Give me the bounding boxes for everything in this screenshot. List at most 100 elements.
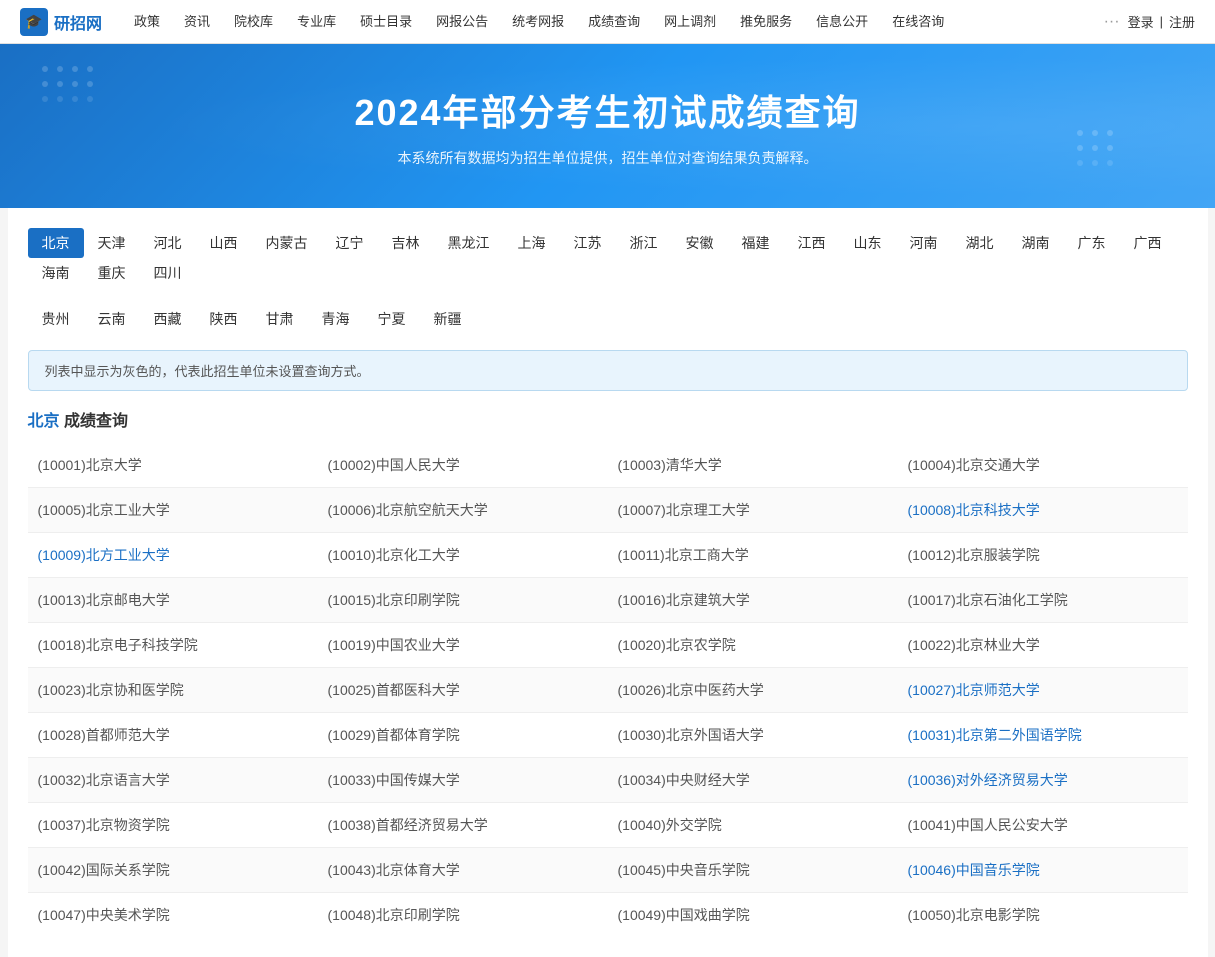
nav-link-tuimianfuwu[interactable]: 推免服务 [728, 0, 804, 44]
university-link-10031[interactable]: (10031)北京第二外国语学院 [908, 727, 1082, 743]
table-cell: (10017)北京石油化工学院 [898, 578, 1188, 623]
main-content: 北京天津河北山西内蒙古辽宁吉林黑龙江上海江苏浙江安徽福建江西山东河南湖北湖南广东… [8, 208, 1208, 957]
region-tab-hebei[interactable]: 河北 [140, 228, 196, 258]
region-tab-tianjin[interactable]: 天津 [84, 228, 140, 258]
nav-link-wangshangdiaoji[interactable]: 网上调剂 [652, 0, 728, 44]
region-tab-guizhou[interactable]: 贵州 [28, 304, 84, 334]
university-link-10009[interactable]: (10009)北方工业大学 [38, 547, 170, 563]
table-cell: (10005)北京工业大学 [28, 488, 318, 533]
university-link-10036[interactable]: (10036)对外经济贸易大学 [908, 772, 1068, 788]
region-tab-yunnan[interactable]: 云南 [84, 304, 140, 334]
region-tabs-row2: 贵州云南西藏陕西甘肃青海宁夏新疆 [28, 304, 1188, 334]
table-cell: (10041)中国人民公安大学 [898, 803, 1188, 848]
hero-subtitle: 本系统所有数据均为招生单位提供，招生单位对查询结果负责解释。 [398, 148, 818, 168]
table-cell[interactable]: (10031)北京第二外国语学院 [898, 713, 1188, 758]
hero-title: 2024年部分考生初试成绩查询 [354, 84, 860, 136]
region-tab-jilin[interactable]: 吉林 [378, 228, 434, 258]
region-tab-zhejiang[interactable]: 浙江 [616, 228, 672, 258]
region-tab-guangdong[interactable]: 广东 [1064, 228, 1120, 258]
nav-more[interactable]: ··· [1096, 13, 1128, 31]
region-tab-ningxia[interactable]: 宁夏 [364, 304, 420, 334]
nav-link-zhuanyeku[interactable]: 专业库 [285, 0, 348, 44]
region-tab-shanghai[interactable]: 上海 [504, 228, 560, 258]
table-cell: (10047)中央美术学院 [28, 893, 318, 938]
table-cell[interactable]: (10027)北京师范大学 [898, 668, 1188, 713]
auth-divider: | [1160, 14, 1163, 29]
table-cell: (10049)中国戏曲学院 [608, 893, 898, 938]
table-cell: (10015)北京印刷学院 [318, 578, 608, 623]
region-tab-jiangxi[interactable]: 江西 [784, 228, 840, 258]
university-link-10008[interactable]: (10008)北京科技大学 [908, 502, 1040, 518]
nav-link-xinxigongkai[interactable]: 信息公开 [804, 0, 880, 44]
nav-link-shuoshimulu[interactable]: 硕士目录 [348, 0, 424, 44]
nav-link-zhengce[interactable]: 政策 [122, 0, 172, 44]
table-row: (10009)北方工业大学(10010)北京化工大学(10011)北京工商大学(… [28, 533, 1188, 578]
region-tab-sichuan[interactable]: 四川 [140, 258, 196, 288]
table-cell[interactable]: (10036)对外经济贸易大学 [898, 758, 1188, 803]
university-link-10046[interactable]: (10046)中国音乐学院 [908, 862, 1040, 878]
table-cell: (10029)首都体育学院 [318, 713, 608, 758]
section-title: 北京 成绩查询 [28, 407, 1188, 431]
logo-icon: 🎓 [20, 8, 48, 36]
nav-link-wangbaogonggao[interactable]: 网报公告 [424, 0, 500, 44]
region-tab-chongqing[interactable]: 重庆 [84, 258, 140, 288]
region-tab-shaanxi[interactable]: 陕西 [196, 304, 252, 334]
university-link-10027[interactable]: (10027)北京师范大学 [908, 682, 1040, 698]
table-cell: (10034)中央财经大学 [608, 758, 898, 803]
region-tab-liaoning[interactable]: 辽宁 [322, 228, 378, 258]
nav-auth: 登录 | 注册 [1128, 12, 1195, 31]
region-tab-neimenggu[interactable]: 内蒙古 [252, 228, 322, 258]
region-tab-beijing[interactable]: 北京 [28, 228, 84, 258]
region-tab-hunan[interactable]: 湖南 [1008, 228, 1064, 258]
nav-link-chengjichaxun[interactable]: 成绩查询 [576, 0, 652, 44]
region-tab-shanxi[interactable]: 山西 [196, 228, 252, 258]
nav-link-tongkaowangbao[interactable]: 统考网报 [500, 0, 576, 44]
table-cell: (10023)北京协和医学院 [28, 668, 318, 713]
table-row: (10001)北京大学(10002)中国人民大学(10003)清华大学(1000… [28, 443, 1188, 488]
table-cell[interactable]: (10008)北京科技大学 [898, 488, 1188, 533]
table-cell: (10032)北京语言大学 [28, 758, 318, 803]
region-tab-fujian[interactable]: 福建 [728, 228, 784, 258]
table-cell: (10003)清华大学 [608, 443, 898, 488]
table-cell: (10012)北京服装学院 [898, 533, 1188, 578]
table-cell[interactable]: (10009)北方工业大学 [28, 533, 318, 578]
region-tab-xizang[interactable]: 西藏 [140, 304, 196, 334]
table-cell: (10002)中国人民大学 [318, 443, 608, 488]
section-region: 北京 [28, 413, 60, 430]
table-cell: (10050)北京电影学院 [898, 893, 1188, 938]
table-cell: (10026)北京中医药大学 [608, 668, 898, 713]
region-tab-xinjiang[interactable]: 新疆 [420, 304, 476, 334]
hero-dots-left [40, 64, 120, 124]
login-link[interactable]: 登录 [1128, 12, 1154, 31]
table-cell: (10043)北京体育大学 [318, 848, 608, 893]
table-cell: (10016)北京建筑大学 [608, 578, 898, 623]
table-cell: (10045)中央音乐学院 [608, 848, 898, 893]
table-cell: (10022)北京林业大学 [898, 623, 1188, 668]
region-tab-guangxi[interactable]: 广西 [1120, 228, 1176, 258]
table-cell: (10040)外交学院 [608, 803, 898, 848]
nav-logo[interactable]: 🎓 研招网 [20, 8, 102, 36]
table-cell: (10042)国际关系学院 [28, 848, 318, 893]
nav-link-yuanxiaoku[interactable]: 院校库 [222, 0, 285, 44]
region-tab-heilongjiang[interactable]: 黑龙江 [434, 228, 504, 258]
nav-bar: 🎓 研招网 政策资讯院校库专业库硕士目录网报公告统考网报成绩查询网上调剂推免服务… [0, 0, 1215, 44]
nav-link-zaixunzixun[interactable]: 在线咨询 [880, 0, 956, 44]
region-tab-hubei[interactable]: 湖北 [952, 228, 1008, 258]
table-cell[interactable]: (10046)中国音乐学院 [898, 848, 1188, 893]
region-tab-hainan[interactable]: 海南 [28, 258, 84, 288]
nav-link-zixun[interactable]: 资讯 [172, 0, 222, 44]
region-tab-anhui[interactable]: 安徽 [672, 228, 728, 258]
table-cell: (10038)首都经济贸易大学 [318, 803, 608, 848]
region-tab-shandong[interactable]: 山东 [840, 228, 896, 258]
region-tab-qinghai[interactable]: 青海 [308, 304, 364, 334]
table-cell: (10033)中国传媒大学 [318, 758, 608, 803]
table-row: (10047)中央美术学院(10048)北京印刷学院(10049)中国戏曲学院(… [28, 893, 1188, 938]
table-row: (10042)国际关系学院(10043)北京体育大学(10045)中央音乐学院 (… [28, 848, 1188, 893]
table-cell: (10028)首都师范大学 [28, 713, 318, 758]
region-tab-gansu[interactable]: 甘肃 [252, 304, 308, 334]
table-cell: (10025)首都医科大学 [318, 668, 608, 713]
region-tab-jiangsu[interactable]: 江苏 [560, 228, 616, 258]
register-link[interactable]: 注册 [1169, 12, 1195, 31]
table-cell: (10011)北京工商大学 [608, 533, 898, 578]
region-tab-henan[interactable]: 河南 [896, 228, 952, 258]
